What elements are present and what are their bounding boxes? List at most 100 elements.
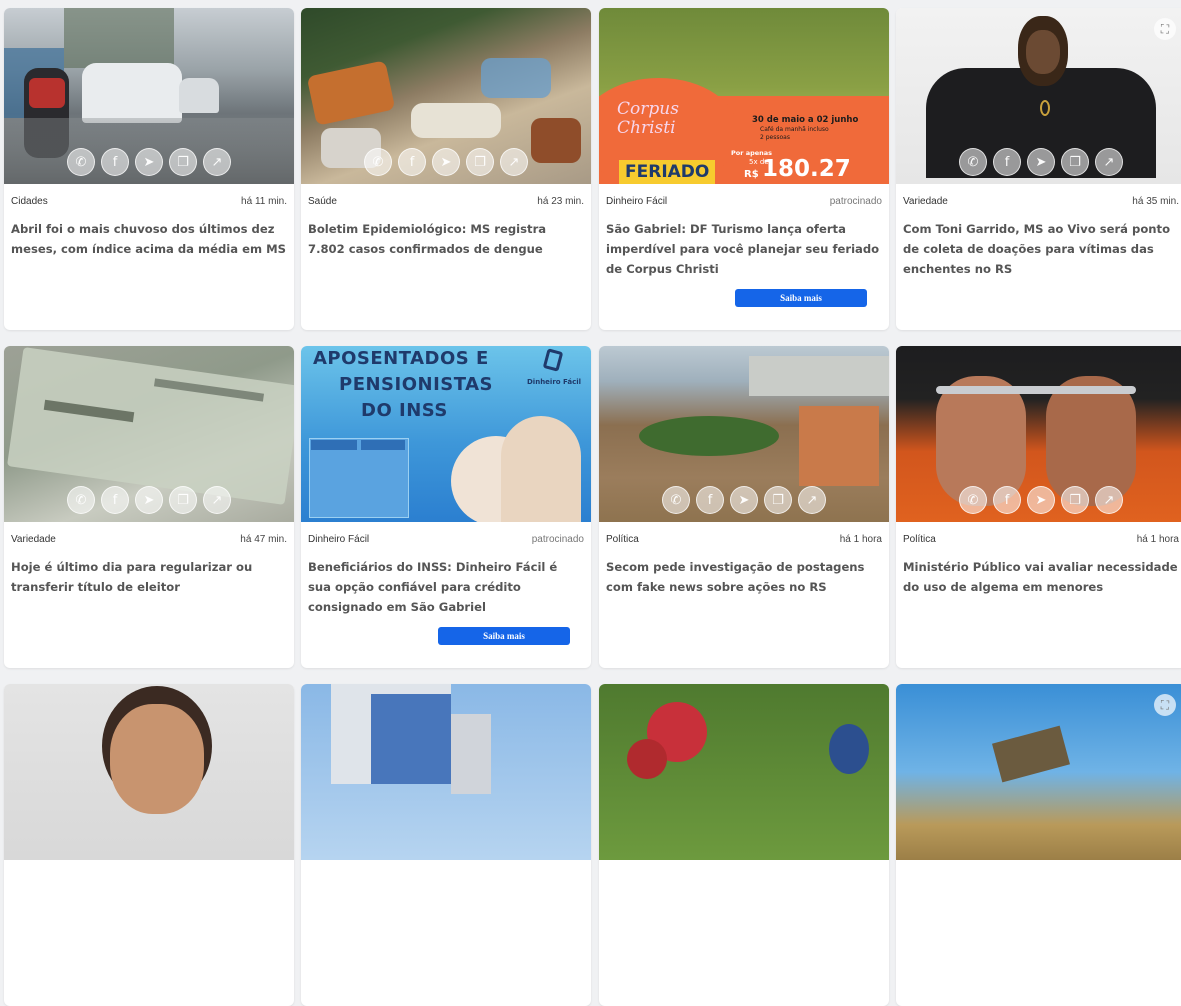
facebook-icon[interactable]: f bbox=[101, 148, 129, 176]
news-image[interactable]: ✆ f ➤ ❐ ↗ bbox=[301, 8, 591, 184]
ad-headline-2: PENSIONISTAS bbox=[339, 374, 494, 395]
news-image[interactable]: ⛶ bbox=[896, 684, 1181, 860]
whatsapp-icon[interactable]: ✆ bbox=[959, 486, 987, 514]
ad-price: 180.27 bbox=[762, 156, 851, 182]
category-label[interactable]: Dinheiro Fácil bbox=[308, 534, 369, 545]
news-image[interactable]: ✆ f ➤ ❐ ↗ bbox=[4, 346, 294, 522]
category-label[interactable]: Saúde bbox=[308, 196, 337, 207]
timestamp: há 11 min. bbox=[241, 196, 287, 207]
category-label[interactable]: Variedade bbox=[11, 534, 56, 545]
news-card[interactable]: ✆ f ➤ ❐ ↗ Política há 1 hora Secom pede … bbox=[599, 346, 889, 668]
news-title[interactable]: Boletim Epidemiológico: MS registra 7.80… bbox=[308, 219, 583, 259]
share-bar: ✆ f ➤ ❐ ↗ bbox=[4, 486, 294, 514]
telegram-icon[interactable]: ➤ bbox=[730, 486, 758, 514]
category-label[interactable]: Variedade bbox=[903, 196, 948, 207]
share-bar: ✆ f ➤ ❐ ↗ bbox=[896, 148, 1181, 176]
copy-icon[interactable]: ❐ bbox=[764, 486, 792, 514]
ad-line1: Café da manhã incluso bbox=[760, 126, 829, 133]
facebook-icon[interactable]: f bbox=[696, 486, 724, 514]
news-title[interactable]: Abril foi o mais chuvoso dos últimos dez… bbox=[11, 219, 286, 259]
news-image[interactable]: ⛶ ✆ f ➤ ❐ ↗ bbox=[896, 8, 1181, 184]
news-title[interactable]: Beneficiários do INSS: Dinheiro Fácil é … bbox=[308, 557, 583, 617]
whatsapp-icon[interactable]: ✆ bbox=[67, 148, 95, 176]
ad-currency: R$ bbox=[744, 169, 759, 180]
facebook-icon[interactable]: f bbox=[993, 148, 1021, 176]
external-link-icon[interactable]: ↗ bbox=[1095, 148, 1123, 176]
copy-icon[interactable]: ❐ bbox=[466, 148, 494, 176]
news-image[interactable]: ✆ f ➤ ❐ ↗ bbox=[599, 346, 889, 522]
facebook-icon[interactable]: f bbox=[101, 486, 129, 514]
card-meta: Saúde há 23 min. bbox=[308, 196, 584, 207]
news-title[interactable]: Secom pede investigação de postagens com… bbox=[606, 557, 881, 597]
whatsapp-icon[interactable]: ✆ bbox=[364, 148, 392, 176]
timestamp: há 1 hora bbox=[1136, 534, 1179, 545]
external-link-icon[interactable]: ↗ bbox=[203, 148, 231, 176]
external-link-icon[interactable]: ↗ bbox=[500, 148, 528, 176]
copy-icon[interactable]: ❐ bbox=[1061, 148, 1089, 176]
ad-image[interactable]: Corpus Christi FERIADO 30 de maio a 02 j… bbox=[599, 8, 889, 184]
rate-table bbox=[309, 438, 409, 518]
saiba-mais-button[interactable]: Saiba mais bbox=[438, 627, 570, 645]
share-bar: ✆ f ➤ ❐ ↗ bbox=[599, 486, 889, 514]
copy-icon[interactable]: ❐ bbox=[169, 148, 197, 176]
telegram-icon[interactable]: ➤ bbox=[1027, 486, 1055, 514]
share-bar: ✆ f ➤ ❐ ↗ bbox=[896, 486, 1181, 514]
ad-headline-1: APOSENTADOS E bbox=[313, 348, 489, 369]
sponsored-card[interactable]: Corpus Christi FERIADO 30 de maio a 02 j… bbox=[599, 8, 889, 330]
brand-name: Dinheiro Fácil bbox=[527, 378, 582, 386]
facebook-icon[interactable]: f bbox=[398, 148, 426, 176]
card-meta: Variedade há 35 min. bbox=[903, 196, 1179, 207]
copy-icon[interactable]: ❐ bbox=[169, 486, 197, 514]
ad-banner: FERIADO bbox=[619, 160, 716, 184]
ad-image[interactable]: APOSENTADOS E PENSIONISTAS DO INSS Dinhe… bbox=[301, 346, 591, 522]
share-bar: ✆ f ➤ ❐ ↗ bbox=[301, 148, 591, 176]
telegram-icon[interactable]: ➤ bbox=[432, 148, 460, 176]
logo-mark bbox=[542, 348, 564, 372]
news-image[interactable] bbox=[4, 684, 294, 860]
news-card[interactable]: ⛶ bbox=[896, 684, 1181, 1006]
share-bar: ✆ f ➤ ❐ ↗ bbox=[4, 148, 294, 176]
news-image[interactable] bbox=[599, 684, 889, 860]
telegram-icon[interactable]: ➤ bbox=[135, 148, 163, 176]
ad-headline-3: DO INSS bbox=[361, 400, 448, 421]
copy-icon[interactable]: ❐ bbox=[1061, 486, 1089, 514]
timestamp: há 1 hora bbox=[839, 534, 882, 545]
card-meta: Política há 1 hora bbox=[606, 534, 882, 545]
whatsapp-icon[interactable]: ✆ bbox=[959, 148, 987, 176]
sponsored-card[interactable]: APOSENTADOS E PENSIONISTAS DO INSS Dinhe… bbox=[301, 346, 591, 668]
facebook-icon[interactable]: f bbox=[993, 486, 1021, 514]
whatsapp-icon[interactable]: ✆ bbox=[662, 486, 690, 514]
whatsapp-icon[interactable]: ✆ bbox=[67, 486, 95, 514]
news-title[interactable]: Hoje é último dia para regularizar ou tr… bbox=[11, 557, 286, 597]
sponsored-label: patrocinado bbox=[829, 196, 882, 207]
category-label[interactable]: Dinheiro Fácil bbox=[606, 196, 667, 207]
brand-logo: Dinheiro Fácil bbox=[527, 348, 583, 396]
external-link-icon[interactable]: ↗ bbox=[798, 486, 826, 514]
external-link-icon[interactable]: ↗ bbox=[203, 486, 231, 514]
saiba-mais-button[interactable]: Saiba mais bbox=[735, 289, 867, 307]
news-title[interactable]: São Gabriel: DF Turismo lança oferta imp… bbox=[606, 219, 881, 279]
news-card[interactable] bbox=[4, 684, 294, 1006]
news-card[interactable] bbox=[599, 684, 889, 1006]
news-card[interactable] bbox=[301, 684, 591, 1006]
category-label[interactable]: Política bbox=[606, 534, 639, 545]
news-card[interactable]: ⛶ ✆ f ➤ ❐ ↗ Variedade há 35 min. Com Ton… bbox=[896, 8, 1181, 330]
news-card[interactable]: ✆ f ➤ ❐ ↗ Cidades há 11 min. Abril foi o… bbox=[4, 8, 294, 330]
news-card[interactable]: ✆ f ➤ ❐ ↗ Política há 1 hora Ministério … bbox=[896, 346, 1181, 668]
ad-line2: 2 pessoas bbox=[760, 134, 790, 141]
telegram-icon[interactable]: ➤ bbox=[1027, 148, 1055, 176]
news-image[interactable]: ✆ f ➤ ❐ ↗ bbox=[4, 8, 294, 184]
category-label[interactable]: Cidades bbox=[11, 196, 48, 207]
news-image[interactable]: ✆ f ➤ ❐ ↗ bbox=[896, 346, 1181, 522]
external-link-icon[interactable]: ↗ bbox=[1095, 486, 1123, 514]
scan-icon[interactable]: ⛶ bbox=[1154, 18, 1176, 40]
news-title[interactable]: Com Toni Garrido, MS ao Vivo será ponto … bbox=[903, 219, 1178, 279]
category-label[interactable]: Política bbox=[903, 534, 936, 545]
news-card[interactable]: ✆ f ➤ ❐ ↗ Saúde há 23 min. Boletim Epide… bbox=[301, 8, 591, 330]
news-title[interactable]: Ministério Público vai avaliar necessida… bbox=[903, 557, 1178, 597]
telegram-icon[interactable]: ➤ bbox=[135, 486, 163, 514]
ad-script-title: Corpus Christi bbox=[617, 99, 679, 138]
news-image[interactable] bbox=[301, 684, 591, 860]
news-card[interactable]: ✆ f ➤ ❐ ↗ Variedade há 47 min. Hoje é úl… bbox=[4, 346, 294, 668]
scan-icon[interactable]: ⛶ bbox=[1154, 694, 1176, 716]
